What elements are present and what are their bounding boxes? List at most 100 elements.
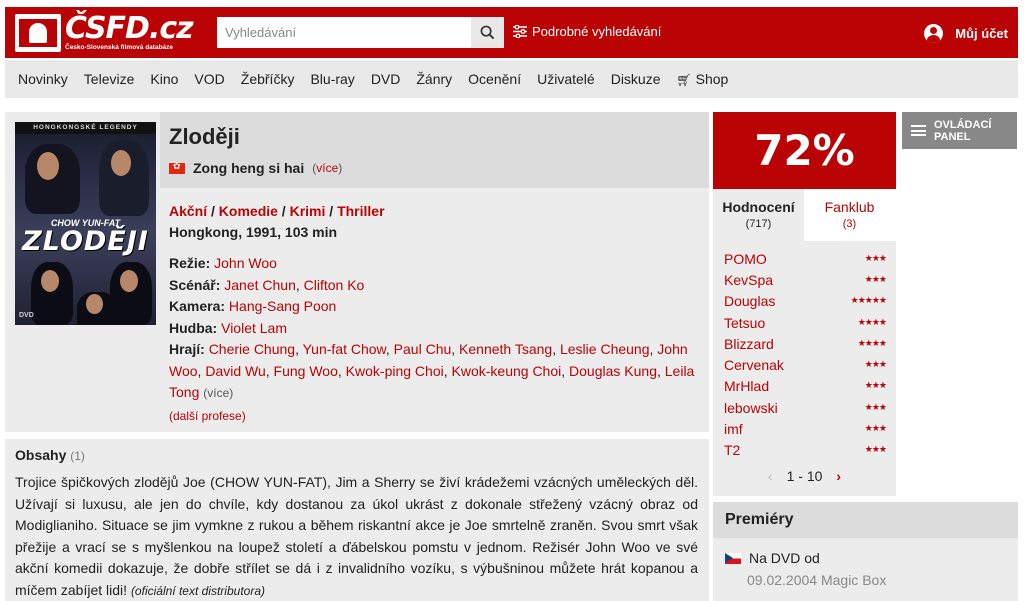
user-ratings-list: POMO ★★★ KevSpa ★★★ Douglas ★★★★★ Tetsuo ★★★…: [713, 241, 896, 496]
stars-icon: ★★★★: [857, 317, 887, 327]
user-link[interactable]: MrHlad: [724, 378, 769, 394]
premiere-date: 09.02.2004 Magic Box: [747, 572, 887, 588]
user-rating-row: KevSpa ★★★: [724, 269, 887, 290]
nav-item-diskuze[interactable]: Diskuze: [611, 71, 661, 87]
director-row: Režie: John Woo: [169, 253, 699, 275]
user-rating-row: Tetsuo ★★★★: [724, 312, 887, 333]
cast-link[interactable]: Yun-fat Chow: [303, 341, 386, 357]
writer-label: Scénář:: [169, 276, 221, 293]
nav-item-novinky[interactable]: Novinky: [18, 71, 68, 87]
nav-item-televize[interactable]: Televize: [84, 71, 135, 87]
user-link[interactable]: Cervenak: [724, 357, 784, 373]
poster-title: ZLODĚJI: [22, 226, 149, 257]
user-rating-row: lebowski ★★★: [724, 397, 887, 418]
original-title-row: Zong heng si hai (více): [169, 160, 342, 176]
nav-item-zebricky[interactable]: Žebříčky: [241, 71, 295, 87]
chevron-left-icon[interactable]: ‹: [768, 468, 773, 484]
cast-link[interactable]: Fung Woo: [274, 363, 338, 379]
user-link[interactable]: imf: [724, 421, 743, 437]
genre-link[interactable]: Akční: [169, 203, 207, 219]
nav-item-dvd[interactable]: DVD: [371, 71, 401, 87]
plot-source: (oficiální text distributora): [130, 583, 265, 598]
search-input[interactable]: [217, 17, 471, 48]
poster-face: [111, 150, 131, 176]
user-link[interactable]: Douglas: [724, 293, 775, 309]
other-roles-link[interactable]: (další profese): [169, 409, 246, 423]
premiere-panel: Premiéry Na DVD od 09.02.2004 Magic Box: [713, 502, 1018, 601]
cast-more-link[interactable]: (více): [203, 386, 233, 400]
cast-link[interactable]: Kenneth Tsang: [459, 341, 552, 357]
user-link[interactable]: lebowski: [724, 400, 778, 416]
cast-link[interactable]: Cherie Chung: [209, 341, 295, 357]
nav-item-zanry[interactable]: Žánry: [416, 71, 452, 87]
music-link[interactable]: Violet Lam: [221, 320, 287, 336]
advanced-search-link[interactable]: Podrobné vyhledávání: [513, 24, 661, 39]
genre-link[interactable]: Komedie: [219, 203, 278, 219]
user-link[interactable]: Tetsuo: [724, 315, 765, 331]
nav-item-uzivatele[interactable]: Uživatelé: [537, 71, 595, 87]
film-header: [160, 112, 709, 188]
control-panel-button[interactable]: OVLÁDACÍ PANEL: [902, 112, 1017, 149]
poster-dvd-label: DVD: [19, 312, 34, 319]
tab-ratings[interactable]: Hodnocení (717): [713, 189, 804, 241]
genre-separator: /: [207, 203, 219, 219]
writer-link[interactable]: Clifton Ko: [304, 277, 365, 293]
nav-item-shop[interactable]: 🛒︎ Shop: [677, 71, 729, 87]
csfd-logo[interactable]: ČSFD.cz Česko-Slovenská filmová databáze: [15, 12, 194, 54]
search-box: [217, 17, 504, 48]
account-button[interactable]: Můj účet: [924, 24, 1008, 43]
cart-icon: 🛒︎: [676, 73, 692, 87]
plot-text-block: Trojice špičkových zlodějů Joe (CHOW YUN…: [15, 472, 698, 601]
account-label: Můj účet: [955, 26, 1008, 41]
cast-label: Hrají:: [169, 341, 205, 357]
user-link[interactable]: Blizzard: [724, 336, 774, 352]
premiere-row: Na DVD od: [725, 550, 820, 566]
stars-icon: ★★★: [864, 359, 887, 369]
cast-link[interactable]: Douglas Kung: [569, 363, 657, 379]
user-rating-row: POMO ★★★: [724, 248, 887, 269]
cast-link[interactable]: Leslie Cheung: [560, 341, 650, 357]
camera-label: Kamera:: [169, 298, 226, 314]
writer-row: Scénář: Janet Chun, Clifton Ko: [169, 276, 365, 293]
premiere-heading: Premiéry: [713, 502, 1018, 538]
chevron-right-icon[interactable]: ›: [836, 468, 841, 484]
genres: Akční / Komedie / Krimi / Thriller: [169, 203, 385, 219]
search-button[interactable]: [471, 17, 504, 48]
top-header: ČSFD.cz Česko-Slovenská filmová databáze…: [5, 7, 1018, 58]
nav-item-kino[interactable]: Kino: [150, 71, 178, 87]
user-link[interactable]: POMO: [724, 251, 767, 267]
stars-icon: ★★★: [864, 402, 887, 412]
tab-fanclub[interactable]: Fanklub (3): [804, 189, 895, 241]
writer-link[interactable]: Janet Chun: [224, 277, 296, 293]
stars-icon: ★★★: [864, 274, 887, 284]
stars-icon: ★★★: [864, 444, 887, 454]
film-title: Zloději: [169, 124, 240, 149]
cast-link[interactable]: David Wu: [205, 363, 265, 379]
ratings-pager: ‹ 1 - 10 ›: [713, 468, 896, 484]
more-titles-link[interactable]: více: [316, 161, 338, 175]
cast-link[interactable]: Kwok-keung Choi: [452, 363, 562, 379]
nav-item-bluray[interactable]: Blu-ray: [310, 71, 354, 87]
cast-link[interactable]: Paul Chu: [394, 341, 452, 357]
director-link[interactable]: John Woo: [214, 255, 277, 271]
advanced-search-label: Podrobné vyhledávání: [532, 24, 662, 39]
user-rating-row: T2 ★★★: [724, 439, 887, 460]
poster-face: [120, 270, 138, 292]
nav-item-vod[interactable]: VOD: [194, 71, 224, 87]
user-rating-row: imf ★★★: [724, 418, 887, 439]
stars-icon: ★★★★★: [850, 295, 887, 305]
nav-shop-label: Shop: [695, 71, 729, 87]
camera-link[interactable]: Hang-Sang Poon: [229, 298, 336, 314]
rating-score: 72%: [713, 112, 896, 189]
music-row: Hudba: Violet Lam: [169, 318, 699, 340]
nav-item-oceneni[interactable]: Ocenění: [468, 71, 521, 87]
genre-link[interactable]: Krimi: [290, 203, 326, 219]
genre-link[interactable]: Thriller: [337, 203, 384, 219]
user-link[interactable]: KevSpa: [724, 272, 773, 288]
cast-link[interactable]: Kwok-ping Choi: [346, 363, 444, 379]
film-poster[interactable]: HONGKONGSKÉ LEGENDY CHOW YUN-FAT ZLODĚJI…: [15, 122, 156, 325]
control-panel-label: OVLÁDACÍ PANEL: [934, 118, 992, 143]
user-link[interactable]: T2: [724, 442, 740, 458]
plot-count: (1): [70, 449, 85, 463]
cast-row: Hrají: Cherie Chung, Yun-fat Chow, Paul …: [169, 341, 695, 400]
